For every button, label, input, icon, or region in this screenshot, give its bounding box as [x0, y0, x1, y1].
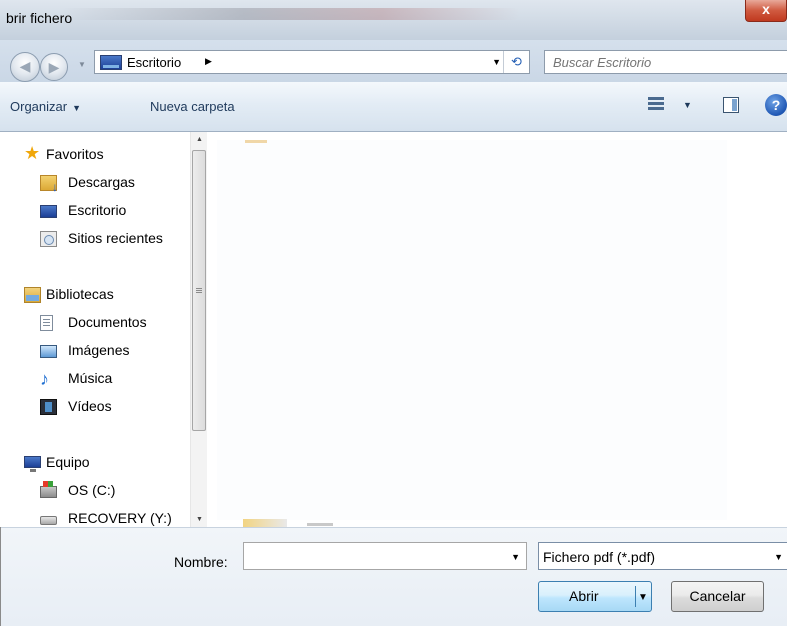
- sidebar-item-descargas[interactable]: Descargas: [0, 172, 190, 194]
- view-options-caret-icon[interactable]: ▼: [683, 100, 692, 110]
- open-split-divider: [635, 586, 636, 607]
- documents-icon: [40, 315, 53, 331]
- recent-places-icon: [40, 231, 57, 247]
- organize-label: Organizar: [10, 99, 68, 114]
- close-icon: x: [762, 1, 770, 17]
- organize-button[interactable]: Organizar ▼: [10, 99, 81, 114]
- sidebar-item-sitios-recientes[interactable]: Sitios recientes: [0, 228, 190, 250]
- forward-arrow-icon: ▶: [48, 59, 60, 75]
- file-name-combobox[interactable]: ▼: [243, 542, 527, 570]
- file-type-dropdown-icon[interactable]: ▼: [774, 552, 783, 562]
- sidebar-item-label: OS (C:): [68, 482, 116, 498]
- window-title: brir fichero: [6, 10, 73, 26]
- sidebar-item-label: Documentos: [68, 314, 147, 330]
- cancel-button[interactable]: Cancelar: [671, 581, 764, 612]
- organize-caret-icon: ▼: [72, 103, 81, 113]
- open-button-label: Abrir: [569, 588, 599, 604]
- sidebar-item-label: Escritorio: [68, 202, 127, 218]
- sidebar-item-os-c[interactable]: OS (C:): [0, 480, 190, 502]
- title-bar: brir fichero x: [0, 0, 787, 40]
- sidebar-item-musica[interactable]: ♪ Música: [0, 368, 190, 390]
- sidebar-item-label: Descargas: [68, 174, 135, 190]
- file-name-panel: Nombre: ▼ Fichero pdf (*.pdf) ▼ Abrir ▼ …: [0, 527, 787, 626]
- address-bar[interactable]: Escritorio ▶ ▼ ⟲: [94, 50, 530, 74]
- sidebar-item-label: Sitios recientes: [68, 230, 163, 246]
- open-options-dropdown-icon[interactable]: ▼: [638, 583, 648, 612]
- sidebar-item-equipo[interactable]: Equipo: [0, 452, 190, 474]
- recovery-drive-icon: [40, 516, 57, 525]
- downloads-icon: [40, 175, 58, 194]
- search-input[interactable]: [553, 55, 753, 70]
- desktop-icon: [40, 205, 57, 218]
- address-dropdown-icon[interactable]: ▼: [492, 57, 501, 67]
- scroll-up-icon[interactable]: ▲: [191, 136, 208, 143]
- preview-pane-icon[interactable]: [723, 97, 739, 113]
- breadcrumb-escritorio[interactable]: Escritorio: [127, 55, 181, 70]
- sidebar-item-videos[interactable]: Vídeos: [0, 396, 190, 418]
- title-bar-glare: [60, 8, 520, 20]
- help-icon[interactable]: ?: [765, 94, 787, 116]
- file-name-input[interactable]: [248, 547, 488, 565]
- sidebar-item-bibliotecas[interactable]: Bibliotecas: [0, 284, 190, 306]
- address-row: ◀ ▶ ▼ Escritorio ▶ ▼ ⟲: [0, 40, 787, 82]
- scrollbar-thumb[interactable]: [192, 150, 206, 431]
- back-button[interactable]: ◀: [10, 52, 40, 82]
- scrollbar-grip-icon: [196, 288, 202, 294]
- images-icon: [40, 345, 57, 358]
- videos-icon: [40, 399, 57, 415]
- breadcrumb-arrow-icon[interactable]: ▶: [205, 56, 212, 67]
- search-box[interactable]: [544, 50, 787, 74]
- computer-icon: [24, 456, 41, 472]
- navigation-scrollbar[interactable]: ▲ ▼: [190, 132, 207, 527]
- sidebar-item-imagenes[interactable]: Imágenes: [0, 340, 190, 362]
- sidebar-item-label: RECOVERY (Y:): [68, 510, 172, 526]
- partial-item-label: [307, 523, 333, 526]
- command-toolbar: Organizar ▼ Nueva carpeta ▼ ?: [0, 82, 787, 132]
- sidebar-item-label: Música: [68, 370, 113, 386]
- navigation-pane: ★ Favoritos Descargas Escritorio Sitios …: [0, 132, 205, 527]
- file-type-value: Fichero pdf (*.pdf): [543, 549, 656, 565]
- close-button[interactable]: x: [745, 0, 787, 22]
- change-view-icon[interactable]: [648, 97, 664, 113]
- file-type-select[interactable]: Fichero pdf (*.pdf) ▼: [538, 542, 787, 570]
- scroll-down-icon[interactable]: ▼: [191, 516, 208, 523]
- forward-button[interactable]: ▶: [40, 53, 68, 81]
- refresh-icon[interactable]: ⟲: [503, 51, 529, 73]
- libraries-icon: [24, 287, 41, 303]
- sidebar-item-recovery-y[interactable]: RECOVERY (Y:): [0, 508, 190, 527]
- file-list-canvas: [217, 140, 727, 520]
- sidebar-item-label: Imágenes: [68, 342, 130, 358]
- star-icon: ★: [24, 143, 41, 163]
- recent-locations-dropdown[interactable]: ▼: [78, 60, 86, 69]
- music-icon: ♪: [40, 369, 49, 389]
- file-list-area[interactable]: [207, 132, 787, 527]
- partial-folder-icon: [243, 519, 287, 527]
- file-list-top-mark: [245, 140, 267, 143]
- sidebar-item-label: Vídeos: [68, 398, 112, 414]
- open-button[interactable]: Abrir ▼: [538, 581, 652, 612]
- sidebar-item-label: Bibliotecas: [46, 286, 114, 302]
- desktop-folder-icon: [100, 55, 122, 70]
- file-name-dropdown-icon[interactable]: ▼: [511, 552, 520, 562]
- file-name-label: Nombre:: [174, 554, 228, 570]
- os-drive-icon: [40, 481, 57, 498]
- sidebar-item-favorites[interactable]: ★ Favoritos: [0, 144, 190, 166]
- back-arrow-icon: ◀: [19, 58, 31, 74]
- sidebar-item-documentos[interactable]: Documentos: [0, 312, 190, 334]
- new-folder-button[interactable]: Nueva carpeta: [150, 99, 235, 114]
- sidebar-item-label: Equipo: [46, 454, 90, 470]
- sidebar-item-escritorio[interactable]: Escritorio: [0, 200, 190, 222]
- sidebar-item-label: Favoritos: [46, 146, 104, 162]
- window-left-edge: [0, 527, 1, 626]
